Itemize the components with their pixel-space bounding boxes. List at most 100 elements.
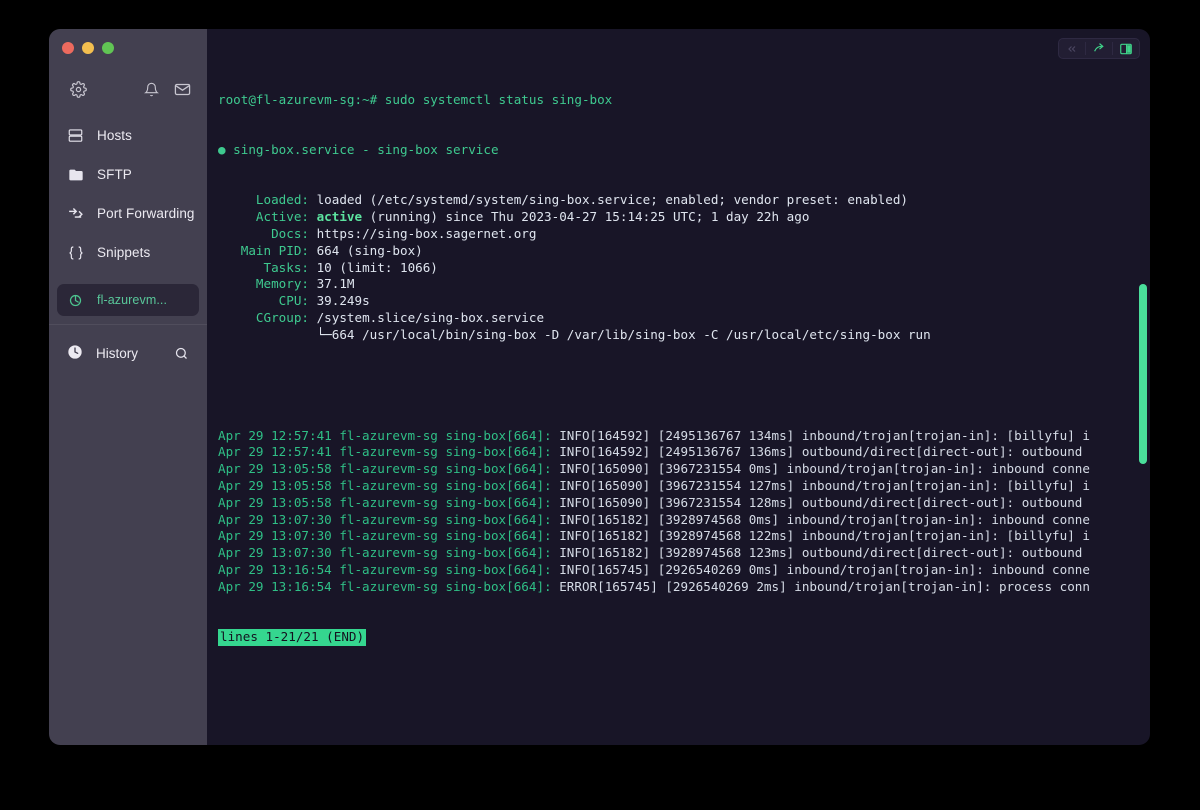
terminal-status-row: Loaded: loaded (/etc/systemd/system/sing… [218, 192, 1150, 209]
gear-icon[interactable] [67, 78, 89, 100]
log-timestamp-host: Apr 29 13:16:54 fl-azurevm-sg sing-box[6… [218, 578, 560, 594]
status-row-key: Memory: [218, 276, 317, 292]
sidebar-item-label: Snippets [97, 245, 151, 260]
terminal-scrollbar[interactable] [1139, 284, 1147, 464]
sidebar-item-port-forwarding[interactable]: Port Forwarding [57, 194, 199, 233]
terminal-status-row: CGroup: /system.slice/sing-box.service [218, 310, 1150, 327]
split-pane-icon[interactable] [1113, 39, 1139, 58]
sidebar-item-sftp[interactable]: SFTP [57, 155, 199, 194]
chevrons-left-icon[interactable] [1059, 39, 1085, 58]
status-row-key: Main PID: [218, 242, 317, 258]
log-timestamp-host: Apr 29 12:57:41 fl-azurevm-sg sing-box[6… [218, 444, 560, 460]
sidebar-item-session-fl-azurevm[interactable]: fl-azurevm... [57, 284, 199, 316]
status-row-value: 10 (limit: 1066) [316, 259, 438, 275]
sidebar-item-hosts[interactable]: Hosts [57, 116, 199, 155]
terminal-unit-line: ● sing-box.service - sing-box service [218, 141, 499, 157]
terminal-log-line: Apr 29 13:07:30 fl-azurevm-sg sing-box[6… [218, 512, 1150, 529]
share-arrow-icon[interactable] [1086, 39, 1112, 58]
log-message: INFO[165090] [3967231554 127ms] inbound/… [559, 477, 1090, 493]
log-timestamp-host: Apr 29 13:05:58 fl-azurevm-sg sing-box[6… [218, 494, 560, 510]
status-row-highlight: active [316, 209, 363, 225]
sidebar-top-icon-row [49, 72, 207, 106]
terminal-log-line: Apr 29 13:05:58 fl-azurevm-sg sing-box[6… [218, 495, 1150, 512]
terminal-status-rows: Loaded: loaded (/etc/systemd/system/sing… [218, 192, 1150, 343]
log-message: INFO[165090] [3967231554 128ms] outbound… [559, 494, 1090, 510]
status-row-value: 664 (sing-box) [316, 242, 423, 258]
close-window-button[interactable] [62, 42, 74, 54]
terminal-log-line: Apr 29 12:57:41 fl-azurevm-sg sing-box[6… [218, 444, 1150, 461]
log-timestamp-host: Apr 29 13:05:58 fl-azurevm-sg sing-box[6… [218, 461, 560, 477]
status-row-value: 39.249s [316, 293, 370, 309]
status-row-value: /system.slice/sing-box.service [316, 309, 545, 325]
sidebar-item-label: SFTP [97, 167, 132, 182]
terminal-log-line: Apr 29 13:16:54 fl-azurevm-sg sing-box[6… [218, 579, 1150, 596]
forward-arrows-icon [67, 205, 84, 222]
sidebar-item-label: Port Forwarding [97, 206, 195, 221]
status-row-key: Loaded: [218, 192, 317, 208]
pane-toolbar [1058, 38, 1140, 59]
sidebar-item-label: Hosts [97, 128, 133, 143]
terminal-status-row: Main PID: 664 (sing-box) [218, 243, 1150, 260]
terminal-pane[interactable]: root@fl-azurevm-sg:~# sudo systemctl sta… [207, 29, 1150, 745]
log-message: INFO[165182] [3928974568 123ms] outbound… [559, 545, 1090, 561]
folder-icon [67, 166, 84, 183]
sidebar-divider [49, 324, 207, 325]
server-icon [67, 127, 84, 144]
terminal-log-rows: Apr 29 12:57:41 fl-azurevm-sg sing-box[6… [218, 428, 1150, 596]
status-row-value: loaded (/etc/systemd/system/sing-box.ser… [316, 192, 908, 208]
terminal-app-window: Hosts SFTP Port Forwarding Snippets fl-a… [49, 29, 1150, 745]
log-timestamp-host: Apr 29 13:05:58 fl-azurevm-sg sing-box[6… [218, 477, 560, 493]
terminal-status-row: Memory: 37.1M [218, 276, 1150, 293]
envelope-icon[interactable] [171, 78, 193, 100]
pager-status: lines 1-21/21 (END) [218, 629, 367, 646]
log-message: INFO[165182] [3928974568 0ms] inbound/tr… [559, 511, 1090, 527]
sidebar-item-snippets[interactable]: Snippets [57, 233, 199, 272]
status-row-value: 37.1M [316, 276, 355, 292]
terminal-log-line: Apr 29 13:16:54 fl-azurevm-sg sing-box[6… [218, 562, 1150, 579]
status-bullet: ● [218, 141, 234, 157]
terminal-prompt-line: root@fl-azurevm-sg:~# sudo systemctl sta… [218, 91, 613, 107]
terminal-log-line: Apr 29 13:07:30 fl-azurevm-sg sing-box[6… [218, 545, 1150, 562]
terminal-status-row: Tasks: 10 (limit: 1066) [218, 260, 1150, 277]
log-message: INFO[165182] [3928974568 122ms] inbound/… [559, 528, 1090, 544]
log-message: ERROR[165745] [2926540269 2ms] inbound/t… [559, 578, 1090, 594]
maximize-window-button[interactable] [102, 42, 114, 54]
sidebar-item-history[interactable]: History [57, 333, 199, 373]
terminal-pager-status-line: lines 1-21/21 (END) [218, 629, 1150, 646]
log-message: INFO[165745] [2926540269 0ms] inbound/tr… [559, 561, 1090, 577]
log-message: INFO[165090] [3967231554 0ms] inbound/tr… [559, 461, 1090, 477]
status-row-key: Docs: [218, 225, 317, 241]
log-timestamp-host: Apr 29 13:07:30 fl-azurevm-sg sing-box[6… [218, 528, 560, 544]
status-row-value: (running) since Thu 2023-04-27 15:14:25 … [362, 209, 810, 225]
sidebar-nav-list: Hosts SFTP Port Forwarding Snippets fl-a… [49, 116, 207, 316]
log-timestamp-host: Apr 29 12:57:41 fl-azurevm-sg sing-box[6… [218, 427, 560, 443]
sidebar: Hosts SFTP Port Forwarding Snippets fl-a… [49, 29, 207, 745]
terminal-log-line: Apr 29 13:05:58 fl-azurevm-sg sing-box[6… [218, 478, 1150, 495]
terminal-status-row: Docs: https://sing-box.sagernet.org [218, 226, 1150, 243]
terminal-status-row: └─664 /usr/local/bin/sing-box -D /var/li… [218, 327, 1150, 344]
status-row-key: CGroup: [218, 309, 317, 325]
terminal-log-line: Apr 29 13:07:30 fl-azurevm-sg sing-box[6… [218, 528, 1150, 545]
terminal-log-line: Apr 29 12:57:41 fl-azurevm-sg sing-box[6… [218, 428, 1150, 445]
minimize-window-button[interactable] [82, 42, 94, 54]
terminal-log-line: Apr 29 13:05:58 fl-azurevm-sg sing-box[6… [218, 461, 1150, 478]
log-timestamp-host: Apr 29 13:07:30 fl-azurevm-sg sing-box[6… [218, 511, 560, 527]
log-timestamp-host: Apr 29 13:07:30 fl-azurevm-sg sing-box[6… [218, 545, 560, 561]
bell-icon[interactable] [140, 78, 162, 100]
terminal-status-row: Active: active (running) since Thu 2023-… [218, 209, 1150, 226]
status-row-value: https://sing-box.sagernet.org [316, 225, 537, 241]
log-message: INFO[164592] [2495136767 134ms] inbound/… [559, 427, 1090, 443]
status-row-key: CPU: [218, 293, 317, 309]
sidebar-session-label: fl-azurevm... [97, 293, 168, 307]
status-row-key: Tasks: [218, 259, 317, 275]
clock-icon [67, 344, 83, 363]
log-timestamp-host: Apr 29 13:16:54 fl-azurevm-sg sing-box[6… [218, 561, 560, 577]
log-message: INFO[164592] [2495136767 136ms] outbound… [559, 444, 1090, 460]
search-icon[interactable] [173, 345, 189, 361]
status-row-value: └─664 /usr/local/bin/sing-box -D /var/li… [316, 326, 931, 342]
terminal-output[interactable]: root@fl-azurevm-sg:~# sudo systemctl sta… [207, 29, 1150, 745]
status-row-key [218, 327, 317, 342]
terminal-status-row: CPU: 39.249s [218, 293, 1150, 310]
terminal-session-icon [67, 292, 84, 309]
